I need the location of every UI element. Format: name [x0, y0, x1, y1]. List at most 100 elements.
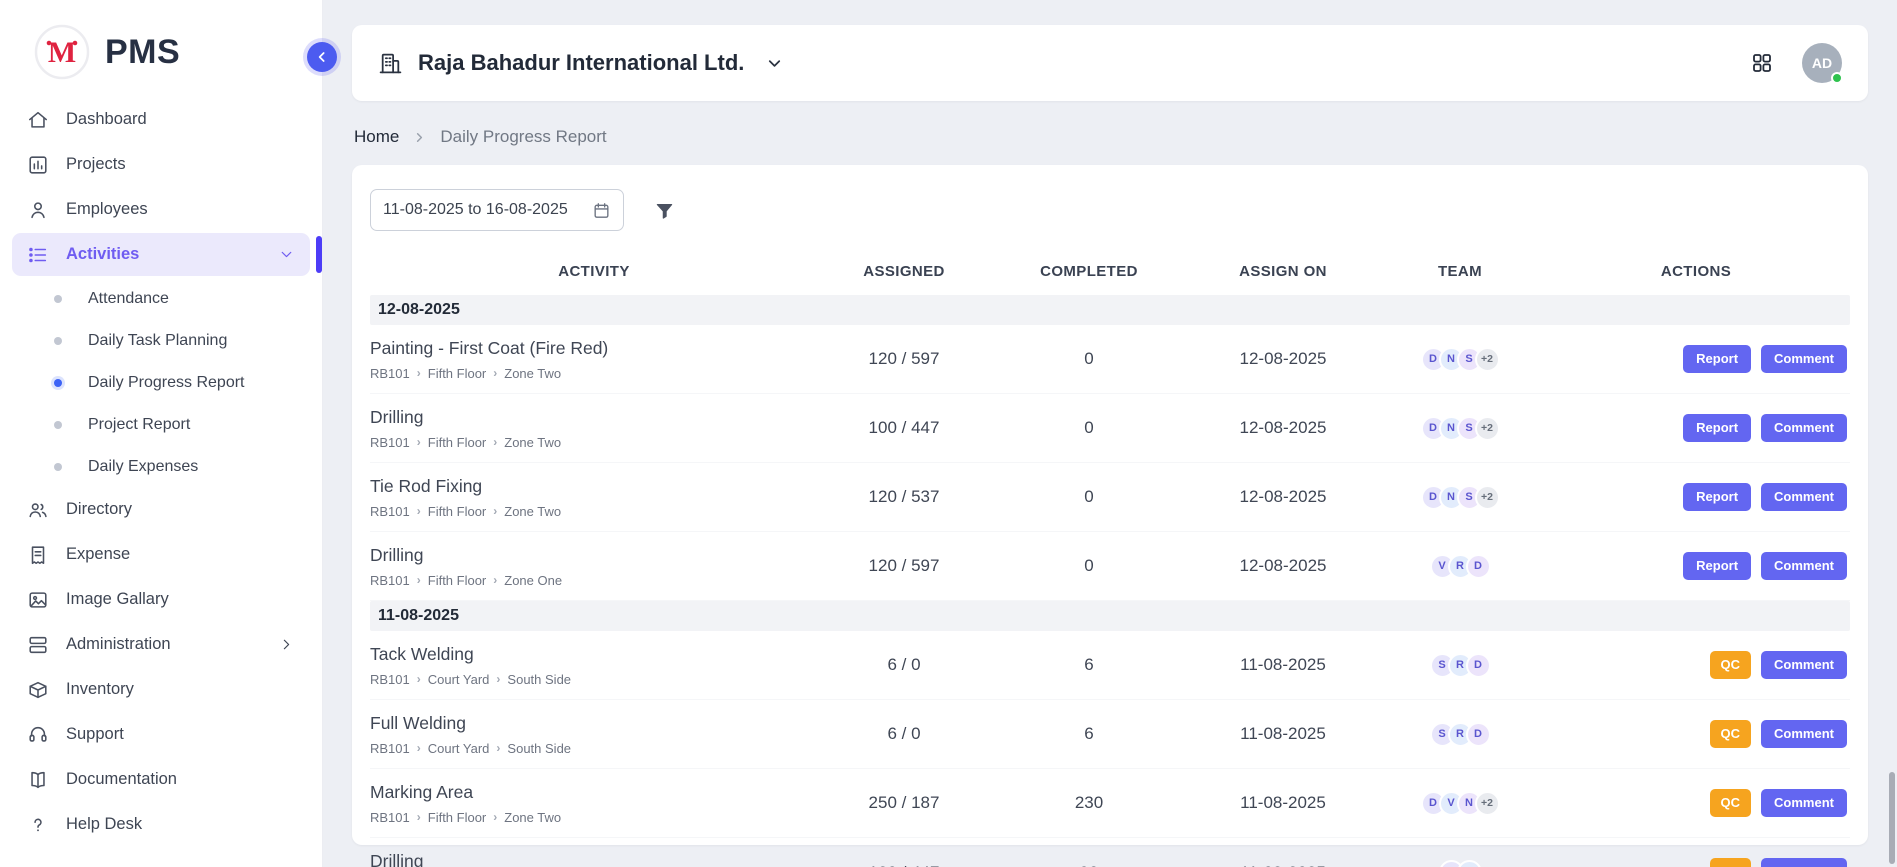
chevron-down-icon — [278, 246, 295, 263]
report-button[interactable]: Report — [1683, 552, 1751, 580]
sidebar-subitem-daily-progress-report[interactable]: Daily Progress Report — [12, 362, 310, 404]
team-extra-count[interactable]: +2 — [1475, 485, 1500, 510]
team-extra-count[interactable]: +2 — [1475, 416, 1500, 441]
sidebar-item-documentation[interactable]: Documentation — [12, 758, 310, 801]
team-avatar[interactable]: D — [1466, 554, 1491, 579]
team-cell: DVN+2 — [1378, 791, 1542, 816]
date-range-value: 11-08-2025 to 16-08-2025 — [383, 201, 568, 219]
sidebar-item-inventory[interactable]: Inventory — [12, 668, 310, 711]
company-name: Raja Bahadur International Ltd. — [418, 50, 744, 76]
path-segment: South Side — [507, 741, 571, 756]
table-header-row: ACTIVITY ASSIGNED COMPLETED ASSIGN ON TE… — [370, 247, 1850, 295]
comment-button[interactable]: Comment — [1761, 483, 1847, 511]
actions-cell: QC Comment — [1542, 720, 1850, 748]
chevron-right-icon — [278, 636, 295, 653]
sidebar-subitem-label: Project Report — [88, 416, 190, 434]
col-header-activity: ACTIVITY — [370, 263, 818, 280]
activity-name[interactable]: Tie Rod Fixing — [370, 476, 810, 497]
activity-cell: DrillingRB101›Fifth Floor›Zone Two — [370, 841, 818, 867]
team-extra-count[interactable]: +2 — [1475, 791, 1500, 816]
company-selector[interactable]: Raja Bahadur International Ltd. — [378, 50, 784, 76]
sidebar-subitem-daily-expenses[interactable]: Daily Expenses — [12, 446, 310, 488]
path-segment: Fifth Floor — [428, 504, 487, 519]
comment-button[interactable]: Comment — [1761, 414, 1847, 442]
sidebar-item-administration[interactable]: Administration — [12, 623, 310, 666]
team-avatar[interactable]: R — [1457, 860, 1482, 867]
activity-path: RB101›Court Yard›South Side — [370, 672, 810, 687]
completed-cell: 0 — [990, 487, 1188, 507]
main-content: Raja Bahadur International Ltd. AD — [323, 0, 1897, 867]
path-segment: Zone Two — [504, 810, 561, 825]
assigned-cell: 250 / 187 — [818, 793, 990, 813]
completed-cell: 230 — [990, 793, 1188, 813]
filter-bar: 11-08-2025 to 16-08-2025 — [370, 189, 1850, 231]
comment-button[interactable]: Comment — [1761, 345, 1847, 373]
app-root: M PMS DashboardProjectsEmployeesActiviti… — [0, 0, 1897, 867]
breadcrumb-home[interactable]: Home — [354, 127, 399, 147]
activity-name[interactable]: Painting - First Coat (Fire Red) — [370, 338, 810, 359]
sidebar-item-label: Help Desk — [66, 815, 142, 834]
actions-cell: Report Comment — [1542, 483, 1850, 511]
documentation-icon — [27, 769, 49, 791]
sidebar-item-activities[interactable]: Activities — [12, 233, 310, 276]
team-avatar[interactable]: D — [1466, 722, 1491, 747]
sidebar-item-directory[interactable]: Directory — [12, 488, 310, 531]
activity-name[interactable]: Drilling — [370, 851, 810, 867]
activity-name[interactable]: Marking Area — [370, 782, 810, 803]
sidebar-item-support[interactable]: Support — [12, 713, 310, 756]
report-button[interactable]: Report — [1683, 414, 1751, 442]
filter-funnel-icon[interactable] — [654, 200, 675, 221]
activity-name[interactable]: Drilling — [370, 545, 810, 566]
assigned-cell: 6 / 0 — [818, 724, 990, 744]
date-range-input[interactable]: 11-08-2025 to 16-08-2025 — [370, 189, 624, 231]
team-cell: DNS+2 — [1378, 485, 1542, 510]
sidebar-subitem-project-report[interactable]: Project Report — [12, 404, 310, 446]
sidebar-item-help-desk[interactable]: Help Desk — [12, 803, 310, 846]
table-row: Tack WeldingRB101›Court Yard›South Side6… — [370, 631, 1850, 700]
sidebar-item-label: Directory — [66, 500, 132, 519]
activity-path: RB101›Fifth Floor›Zone Two — [370, 366, 810, 381]
assigned-cell: 120 / 537 — [818, 487, 990, 507]
activity-name[interactable]: Drilling — [370, 407, 810, 428]
apps-grid-icon[interactable] — [1750, 51, 1774, 75]
sidebar-subitem-daily-task-planning[interactable]: Daily Task Planning — [12, 320, 310, 362]
team-extra-count[interactable]: +2 — [1475, 347, 1500, 372]
report-button[interactable]: Report — [1683, 345, 1751, 373]
comment-button[interactable]: Comment — [1761, 552, 1847, 580]
sidebar-item-projects[interactable]: Projects — [12, 143, 310, 186]
qc-button[interactable]: QC — [1710, 720, 1752, 748]
sidebar-subitem-attendance[interactable]: Attendance — [12, 278, 310, 320]
sidebar-item-image-gallary[interactable]: Image Gallary — [12, 578, 310, 621]
actions-cell: Report Comment — [1542, 414, 1850, 442]
table-row: DrillingRB101›Fifth Floor›Zone One120 / … — [370, 532, 1850, 601]
path-segment: Zone One — [504, 573, 562, 588]
qc-button[interactable]: QC — [1710, 651, 1752, 679]
user-avatar[interactable]: AD — [1802, 43, 1842, 83]
sidebar-item-label: Image Gallary — [66, 590, 169, 609]
sidebar-collapse-button[interactable] — [307, 42, 337, 72]
administration-icon — [27, 634, 49, 656]
vertical-scrollbar-thumb[interactable] — [1889, 772, 1895, 864]
activities-icon — [27, 244, 49, 266]
activity-name[interactable]: Full Welding — [370, 713, 810, 734]
chevron-left-icon — [314, 49, 330, 65]
path-segment: RB101 — [370, 435, 410, 450]
avatar-initials: AD — [1812, 55, 1832, 71]
expense-icon — [27, 544, 49, 566]
sidebar-subitem-label: Daily Expenses — [88, 458, 198, 476]
comment-button[interactable]: Comment — [1761, 651, 1847, 679]
qc-button[interactable]: QC — [1710, 789, 1752, 817]
comment-button[interactable]: Comment — [1761, 858, 1847, 867]
sidebar-item-employees[interactable]: Employees — [12, 188, 310, 231]
building-icon — [378, 51, 403, 76]
comment-button[interactable]: Comment — [1761, 789, 1847, 817]
activity-name[interactable]: Tack Welding — [370, 644, 810, 665]
report-button[interactable]: Report — [1683, 483, 1751, 511]
sidebar-item-dashboard[interactable]: Dashboard — [12, 98, 310, 141]
sidebar-item-expense[interactable]: Expense — [12, 533, 310, 576]
comment-button[interactable]: Comment — [1761, 720, 1847, 748]
path-segment: RB101 — [370, 573, 410, 588]
table-row: Full WeldingRB101›Court Yard›South Side6… — [370, 700, 1850, 769]
team-avatar[interactable]: D — [1466, 653, 1491, 678]
qc-button[interactable]: QC — [1710, 858, 1752, 867]
